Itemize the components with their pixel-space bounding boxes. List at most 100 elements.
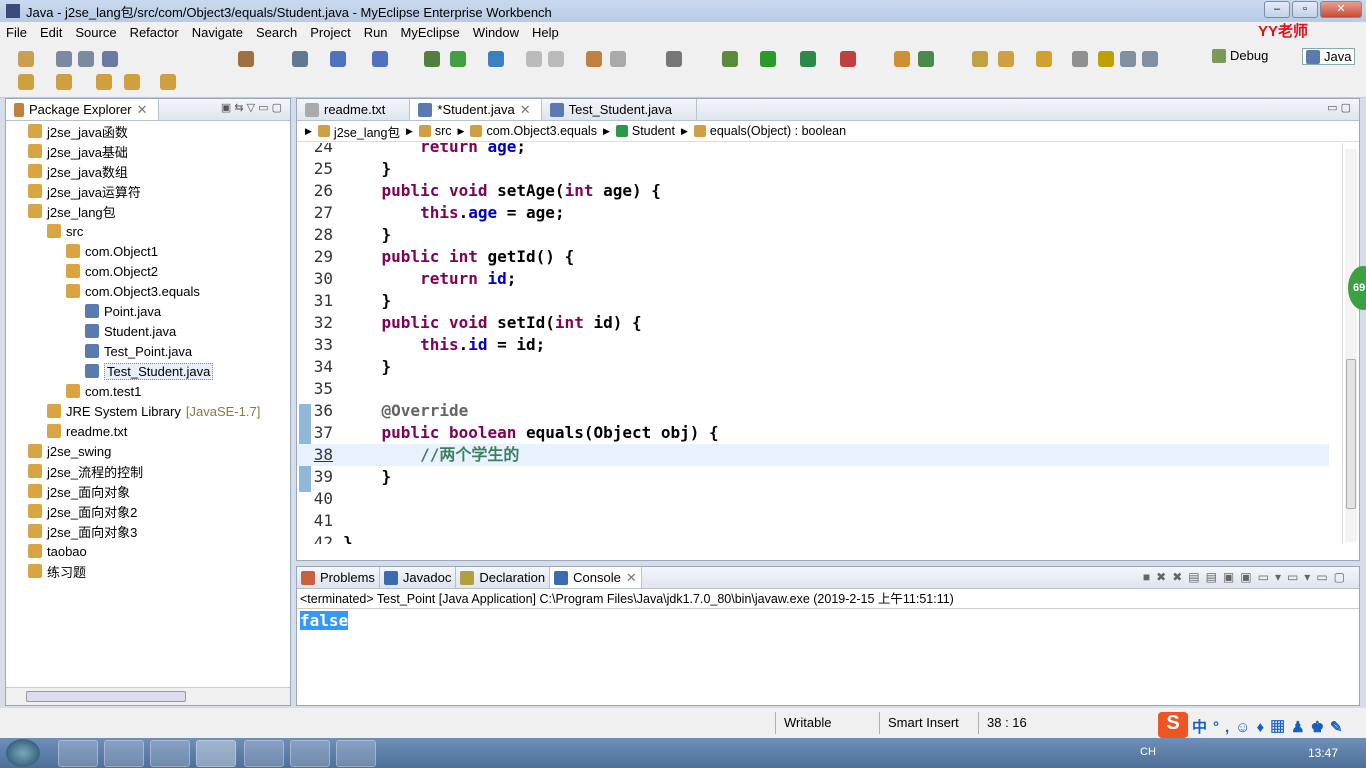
tree-item[interactable]: Test_Point.java [85,341,192,361]
breadcrumb-item[interactable]: equals(Object) : boolean [693,124,846,138]
tree-item[interactable]: j2se_流程的控制 [28,461,143,481]
tree-item[interactable]: com.Object2 [66,261,158,281]
sogou-ime-icon[interactable]: S [1158,712,1188,738]
toolbar-button[interactable] [1142,51,1158,67]
editor-tab[interactable]: Test_Student.java [542,99,698,120]
menu-refactor[interactable]: Refactor [130,25,179,40]
taskbar-wps[interactable] [244,740,284,767]
editor-view-controls[interactable]: ▭ ▢ [1327,101,1351,114]
tab-declaration[interactable]: Declaration [456,567,551,588]
toolbar-button[interactable] [722,51,738,67]
toolbar-button[interactable] [840,51,856,67]
tree-item[interactable]: j2se_java数组 [28,161,128,181]
tree-item[interactable]: taobao [28,541,87,561]
toolbar-button[interactable] [760,51,776,67]
view-menu-icons[interactable]: ▣ ⇆ ▽ ▭ ▢ [221,101,282,114]
toolbar-button[interactable] [372,51,388,67]
tab-problems[interactable]: Problems [297,567,380,588]
tree-item[interactable]: com.Object3.equals [66,281,200,301]
menu-file[interactable]: File [6,25,27,40]
toolbar-button[interactable] [586,51,602,67]
tree-item[interactable]: src [47,221,83,241]
toolbar-button[interactable] [1036,51,1052,67]
perspective-java[interactable]: Java [1302,48,1356,65]
breadcrumb-item[interactable]: Student [615,124,675,138]
menu-run[interactable]: Run [364,25,388,40]
toolbar-button[interactable] [1098,51,1114,67]
breadcrumb-item[interactable]: src [418,124,452,138]
perspective-debug[interactable]: Debug [1212,48,1268,63]
editor-tab[interactable]: readme.txt [297,99,411,120]
tree-item[interactable]: j2se_java基础 [28,141,128,161]
tree-item[interactable]: j2se_swing [28,441,111,461]
toolbar-button[interactable] [450,51,466,67]
toolbar-button[interactable] [998,51,1014,67]
taskbar-help[interactable] [336,740,376,767]
ime-toolbar[interactable]: 中°,☺♦▦♟♚✎ [1192,716,1349,737]
toolbar-button[interactable] [894,51,910,67]
close-icon[interactable]: ✕ [137,102,148,118]
tab-console[interactable]: Console ✕ [550,567,642,588]
tree-item[interactable]: readme.txt [47,421,127,441]
console-toolbar[interactable]: ■✖✖▤▤▣▣▭▾▭▾▭▢ [1143,570,1351,584]
toolbar-button[interactable] [1120,51,1136,67]
toolbar-button[interactable] [610,51,626,67]
taskbar-myeclipse[interactable] [196,740,236,767]
maximize-button[interactable]: ▫ [1292,1,1318,18]
code-area[interactable]: 24 return age; 25 } 26 public void setAge… [297,143,1329,544]
taskbar-app[interactable] [58,740,98,767]
tree-item[interactable]: JRE System Library [JavaSE-1.7] [47,401,260,421]
breadcrumb-item[interactable]: j2se_lang包 [317,122,400,141]
toolbar-button[interactable] [666,51,682,67]
menu-myeclipse[interactable]: MyEclipse [401,25,460,40]
tree-item[interactable]: j2se_lang包 [28,201,116,221]
toolbar-nav-button[interactable] [18,74,34,90]
toolbar-button[interactable] [526,51,542,67]
clock[interactable]: 13:47 [1308,746,1338,760]
menu-source[interactable]: Source [75,25,116,40]
tree-item[interactable]: j2se_java函数 [28,121,128,141]
tree-item[interactable]: Test_Student.java [85,361,214,381]
horizontal-scrollbar[interactable] [6,687,290,705]
start-button[interactable] [6,739,40,767]
toolbar-nav-button[interactable] [56,74,72,90]
toolbar-button[interactable] [918,51,934,67]
toolbar-button[interactable] [18,51,34,67]
menu-project[interactable]: Project [310,25,350,40]
close-tab-icon[interactable]: ✕ [520,102,531,118]
taskbar-explorer[interactable] [104,740,144,767]
toolbar-button[interactable] [1072,51,1088,67]
tree-item[interactable]: j2se_面向对象3 [28,521,137,541]
toolbar-nav-button[interactable] [124,74,140,90]
console-output[interactable]: false [300,611,349,630]
input-language[interactable]: CH [1140,746,1156,758]
toolbar-button[interactable] [800,51,816,67]
toolbar-button[interactable] [972,51,988,67]
tab-javadoc[interactable]: Javadoc [380,567,457,588]
taskbar-chrome[interactable] [150,740,190,767]
toolbar-button[interactable] [488,51,504,67]
tree-item[interactable]: j2se_java运算符 [28,181,141,201]
minimize-button[interactable]: – [1264,1,1290,18]
breadcrumb-item[interactable]: com.Object3.equals [470,124,597,138]
toolbar-button[interactable] [238,51,254,67]
close-button[interactable]: ✕ [1320,1,1362,18]
toolbar-button[interactable] [102,51,118,67]
menu-search[interactable]: Search [256,25,297,40]
tree-item[interactable]: Point.java [85,301,161,321]
tab-package-explorer[interactable]: Package Explorer ✕ [6,99,159,120]
tree-item[interactable]: j2se_面向对象2 [28,501,137,521]
tree-item[interactable]: com.Object1 [66,241,158,261]
toolbar-button[interactable] [548,51,564,67]
menu-edit[interactable]: Edit [40,25,62,40]
toolbar-button[interactable] [292,51,308,67]
close-tab-icon[interactable]: ✕ [626,570,637,586]
vertical-scrollbar[interactable] [1345,149,1357,542]
toolbar-button[interactable] [424,51,440,67]
menu-window[interactable]: Window [473,25,519,40]
menu-navigate[interactable]: Navigate [192,25,243,40]
editor-tab[interactable]: *Student.java ✕ [410,99,542,120]
taskbar-notepad[interactable] [290,740,330,767]
tree-item[interactable]: 练习题 [28,561,86,581]
tree-item[interactable]: j2se_面向对象 [28,481,130,501]
